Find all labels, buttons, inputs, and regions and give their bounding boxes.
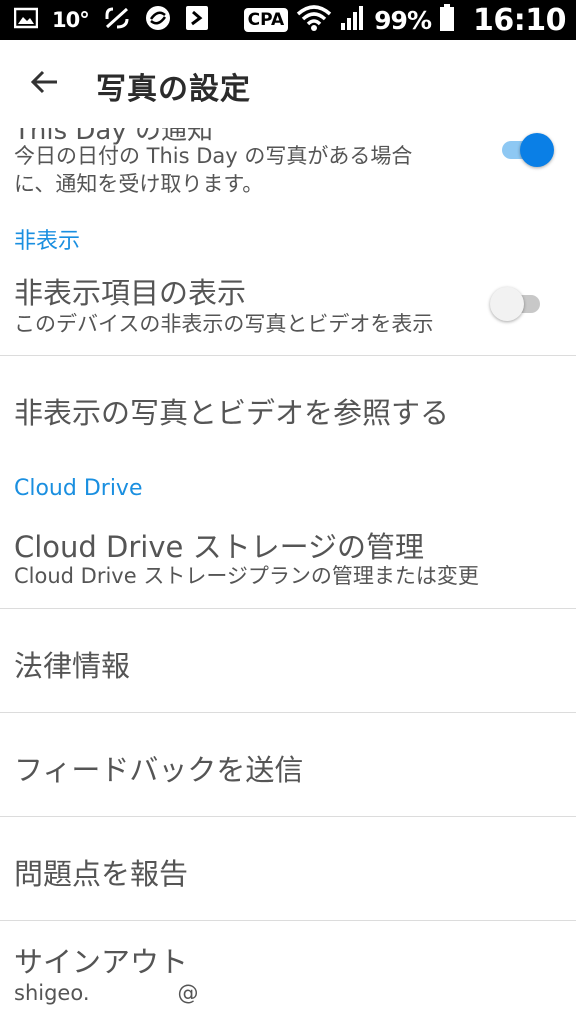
this-day-subtitle-line1: 今日の日付の This Day の写真がある場合 [14,144,413,168]
browse-hidden-title: 非表示の写真とビデオを参照する [14,396,450,430]
clock: 16:10 [473,2,567,38]
manage-storage-subtitle: Cloud Drive ストレージプランの管理または変更 [14,564,479,588]
app-bar: 写真の設定 [0,40,576,128]
wifi-icon [296,4,332,36]
show-hidden-setting[interactable]: 非表示項目の表示 このデバイスの非表示の写真とビデオを表示 [0,268,576,354]
legal-info-title: 法律情報 [14,649,131,683]
account-email: shigeo. @ [14,979,199,1007]
sign-out-item[interactable]: サインアウト shigeo. @ [0,921,576,1024]
manage-storage-item[interactable]: Cloud Drive ストレージの管理 Cloud Drive ストレージプラ… [0,520,576,608]
this-day-setting[interactable]: This Day の通知 今日の日付の This Day の写真がある場合 に、… [0,128,576,206]
status-bar: 10° CPA 99% 16:10 [0,0,576,40]
arrow-left-icon [29,69,59,99]
battery-icon [439,4,455,36]
status-bar-right: CPA 99% 16:10 [243,2,567,38]
photo-app-icon [185,5,209,35]
page-title: 写真の設定 [96,72,251,107]
sign-out-title: サインアウト [14,945,189,979]
section-header-cloud-drive: Cloud Drive [14,476,143,501]
sync-icon [145,5,171,35]
section-header-hidden: 非表示 [14,229,81,254]
carrier-badge: CPA [243,8,289,32]
legal-info-item[interactable]: 法律情報 [0,609,576,712]
account-email-suffix: @ [177,981,199,1005]
browse-hidden-item[interactable]: 非表示の写真とビデオを参照する [0,356,576,452]
settings-list[interactable]: This Day の通知 今日の日付の This Day の写真がある場合 に、… [0,128,576,1024]
show-hidden-subtitle: このデバイスの非表示の写真とビデオを表示 [14,312,434,336]
account-email-prefix: shigeo. [14,981,90,1005]
send-feedback-item[interactable]: フィードバックを送信 [0,713,576,816]
temperature-text: 10° [52,8,90,32]
back-button[interactable] [18,62,70,106]
manage-storage-title: Cloud Drive ストレージの管理 [14,530,425,564]
battery-percent: 99% [374,5,432,35]
report-problem-title: 問題点を報告 [14,857,189,891]
this-day-toggle[interactable] [500,128,554,172]
show-hidden-toggle[interactable] [490,282,542,326]
gallery-icon [13,7,39,33]
toggle-thumb [520,133,554,167]
toggle-thumb [490,287,524,321]
status-bar-left: 10° [13,5,209,35]
show-hidden-title: 非表示項目の表示 [14,276,247,310]
signal-icon [340,5,366,35]
send-feedback-title: フィードバックを送信 [14,753,304,787]
nav-icon [103,5,131,35]
report-problem-item[interactable]: 問題点を報告 [0,817,576,920]
this-day-subtitle-line2: に、通知を受け取ります。 [14,172,264,196]
